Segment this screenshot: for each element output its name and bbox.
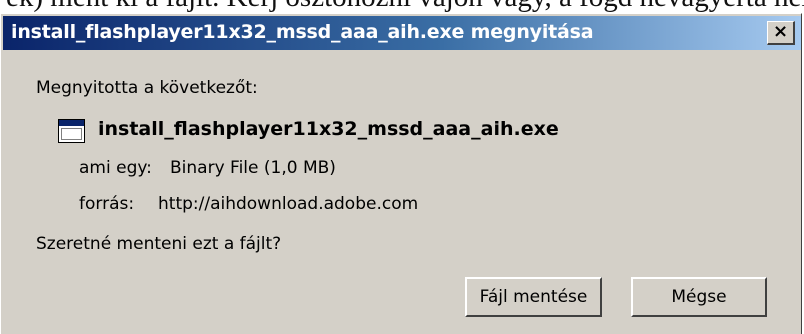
close-icon: × (772, 20, 789, 42)
application-window-icon (58, 119, 85, 143)
type-label: ami egy: (79, 158, 152, 178)
dialog-title: install_flashplayer11x32_mssd_aaa_aih.ex… (11, 21, 594, 43)
file-name: install_flashplayer11x32_mssd_aaa_aih.ex… (98, 118, 559, 140)
source-value: http://aihdownload.adobe.com (158, 194, 419, 214)
screenshot-page: ek) ment ki a fájlt. Kérj ösztönözni váj… (0, 0, 804, 334)
source-label: forrás: (79, 194, 135, 214)
background-page-text: ek) ment ki a fájlt. Kérj ösztönözni váj… (6, 0, 804, 14)
close-button[interactable]: × (767, 21, 795, 45)
dialog-titlebar[interactable]: install_flashplayer11x32_mssd_aaa_aih.ex… (3, 16, 801, 50)
save-file-button[interactable]: Fájl mentése (465, 277, 602, 317)
file-download-dialog: install_flashplayer11x32_mssd_aaa_aih.ex… (0, 13, 802, 334)
save-file-button-label: Fájl mentése (479, 287, 588, 307)
cancel-button[interactable]: Mégse (631, 277, 767, 317)
save-question: Szeretné menteni ezt a fájlt? (36, 234, 282, 254)
opened-label: Megnyitotta a következőt: (36, 78, 258, 98)
type-value: Binary File (1,0 MB) (170, 158, 336, 178)
cancel-button-label: Mégse (671, 287, 727, 307)
